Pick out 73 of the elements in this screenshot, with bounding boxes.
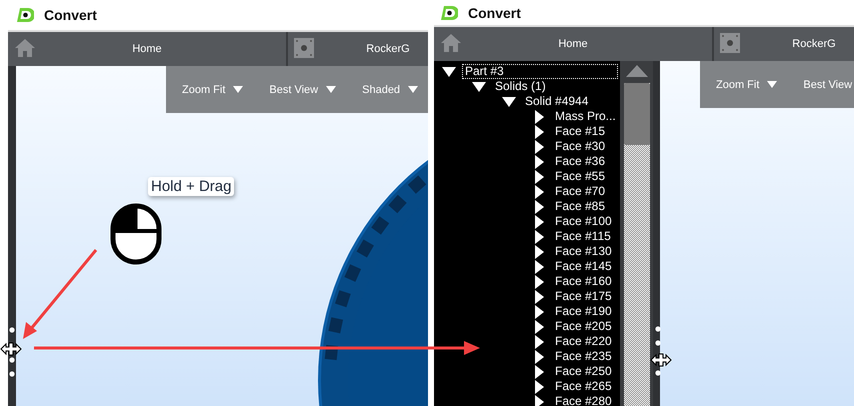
- expand-toggle-icon[interactable]: [532, 200, 546, 214]
- tree-item[interactable]: Face #250: [552, 364, 615, 379]
- caret-icon: [767, 81, 778, 88]
- expand-toggle-icon[interactable]: [532, 244, 546, 258]
- tree-item[interactable]: Face #100: [552, 214, 615, 229]
- tree-item[interactable]: Face #175: [552, 289, 615, 304]
- home-icon: [440, 33, 462, 53]
- expand-toggle-icon[interactable]: [502, 94, 516, 108]
- scrollbar-thumb[interactable]: [624, 83, 650, 145]
- tree-item[interactable]: Face #130: [552, 244, 615, 259]
- caret-icon: [408, 86, 418, 93]
- expand-toggle-icon[interactable]: [532, 290, 546, 304]
- logo-icon: [16, 7, 34, 23]
- scrollbar-track[interactable]: [624, 83, 650, 406]
- expand-toggle-icon[interactable]: [532, 140, 546, 154]
- expand-toggle-icon[interactable]: [532, 334, 546, 348]
- tree-item[interactable]: Face #85: [552, 199, 608, 214]
- expand-toggle-icon[interactable]: [532, 260, 546, 274]
- expand-toggle-icon[interactable]: [532, 110, 546, 124]
- expand-toggle-icon[interactable]: [532, 184, 546, 198]
- window-title: Convert: [44, 7, 97, 23]
- nav-tab[interactable]: RockerG: [714, 27, 854, 61]
- expand-toggle-icon[interactable]: [532, 230, 546, 244]
- tree-item[interactable]: Solids (1): [492, 79, 549, 94]
- tree-item[interactable]: Face #190: [552, 304, 615, 319]
- expand-toggle-icon[interactable]: [532, 274, 546, 288]
- tree-item[interactable]: Solid #4944: [522, 94, 592, 109]
- tree-item[interactable]: Face #55: [552, 169, 608, 184]
- tree-item[interactable]: Face #205: [552, 319, 615, 334]
- expand-toggle-icon[interactable]: [442, 64, 456, 78]
- tree-item[interactable]: Face #280: [552, 394, 615, 406]
- expand-toggle-icon[interactable]: [532, 350, 546, 364]
- expand-toggle-icon[interactable]: [532, 380, 546, 394]
- expand-toggle-icon[interactable]: [532, 364, 546, 378]
- scroll-up-icon[interactable]: [626, 65, 648, 77]
- tree-item[interactable]: Mass Pro...: [552, 109, 619, 124]
- mouse-icon: [110, 203, 162, 265]
- toolbar-dropdown[interactable]: Zoom Fit: [716, 78, 778, 90]
- caret-icon: [326, 86, 336, 93]
- tree-item[interactable]: Face #160: [552, 274, 615, 289]
- tree-item[interactable]: Face #265: [552, 379, 615, 394]
- tree-item[interactable]: Face #15: [552, 124, 608, 139]
- callout-label: Hold + Drag: [148, 177, 234, 196]
- tree-item[interactable]: Face #115: [552, 229, 614, 244]
- toolbar-dropdown[interactable]: Best View: [269, 84, 336, 96]
- tree-item[interactable]: Face #220: [552, 334, 615, 349]
- tree-item[interactable]: Part #3: [462, 64, 618, 79]
- home-icon: [14, 38, 36, 58]
- expand-toggle-icon[interactable]: [472, 80, 486, 94]
- expand-toggle-icon[interactable]: [532, 170, 546, 184]
- tree-item[interactable]: Face #235: [552, 349, 615, 364]
- tree-item[interactable]: Face #70: [552, 184, 608, 199]
- caret-icon: [233, 86, 244, 93]
- logo-icon: [440, 4, 458, 20]
- toolbar-dropdown[interactable]: Shaded: [362, 84, 418, 96]
- expand-toggle-icon[interactable]: [532, 304, 546, 318]
- expand-toggle-icon[interactable]: [532, 320, 546, 334]
- toolbar-dropdown[interactable]: Best View: [803, 78, 852, 90]
- resize-cursor-icon: [650, 353, 672, 367]
- toolbar-dropdown[interactable]: Zoom Fit: [182, 84, 244, 96]
- nav-tab[interactable]: RockerG: [288, 32, 428, 66]
- square-part-icon: [294, 38, 314, 58]
- handle-dots-icon: [655, 326, 661, 376]
- expand-toggle-icon[interactable]: [532, 214, 546, 228]
- window-title: Convert: [468, 4, 521, 20]
- tree-item[interactable]: Face #30: [552, 139, 608, 154]
- handle-dots-icon: [9, 327, 15, 377]
- expand-toggle-icon[interactable]: [532, 154, 546, 168]
- expand-toggle-icon[interactable]: [532, 124, 546, 138]
- expand-toggle-icon[interactable]: [532, 394, 546, 406]
- tree-item[interactable]: Face #145: [552, 259, 615, 274]
- square-part-icon: [720, 33, 740, 53]
- tree-item[interactable]: Face #36: [552, 154, 608, 169]
